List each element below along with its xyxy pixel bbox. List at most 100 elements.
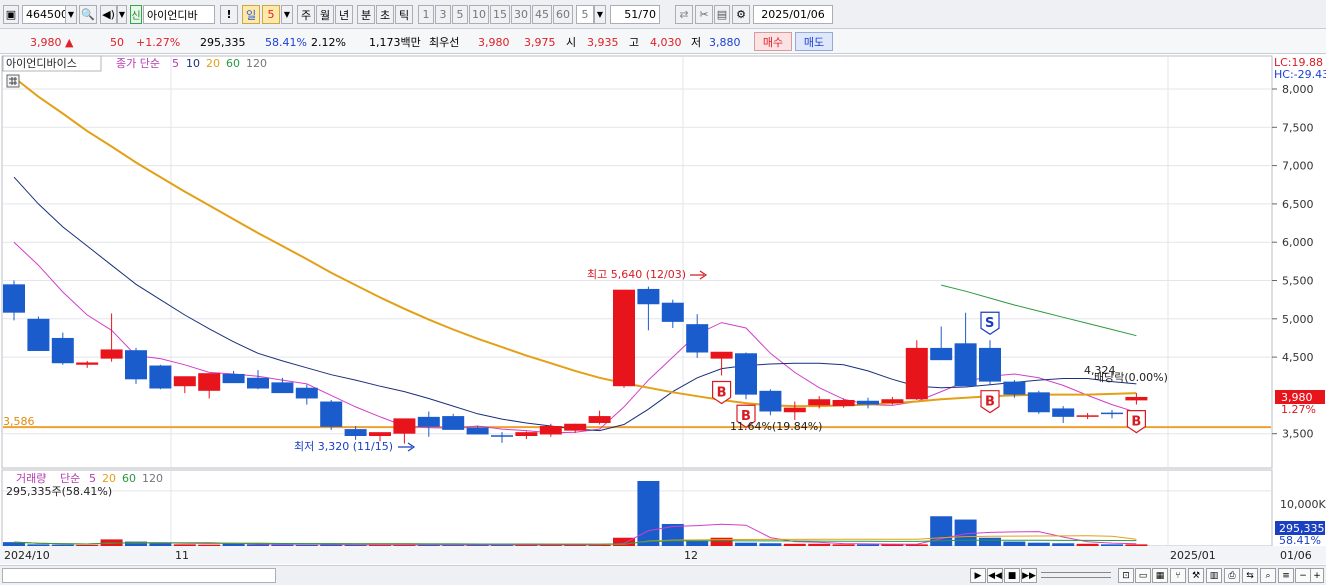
settings-gear-icon[interactable]: ⚙ (732, 5, 750, 24)
volume-pct-tag: 58.41% (1279, 534, 1321, 547)
stock-code-input[interactable]: 464500 (22, 5, 68, 24)
sell-button[interactable]: 매도 (795, 32, 833, 51)
shin-badge: 신 (130, 5, 142, 24)
zoom-search-icon[interactable]: ⌕ (1260, 568, 1276, 583)
candle-body (222, 373, 245, 384)
high-price: 4,030 (650, 35, 682, 49)
count-field[interactable]: 5 (576, 5, 594, 24)
candle-body (295, 387, 318, 399)
stock-name-field[interactable]: 아이언디바 (143, 5, 215, 24)
window-icon[interactable]: ▭ (1135, 568, 1151, 583)
play-icon[interactable]: ▶ (970, 568, 986, 583)
y-tick-label: 6,000 (1282, 236, 1314, 249)
menu-icon[interactable]: ≡ (1278, 568, 1294, 583)
y-tick-label: 6,500 (1282, 198, 1314, 211)
compare-chart-icon[interactable]: ⇆ (1242, 568, 1258, 583)
interval-45[interactable]: 45 (532, 5, 552, 24)
volume-info: 295,335주(58.41%) (6, 485, 112, 498)
price-change: 50 (110, 35, 124, 49)
interval-15[interactable]: 15 (490, 5, 510, 24)
y-tick-label: 7,000 (1282, 160, 1314, 173)
period-day-button[interactable]: 일 (242, 5, 260, 24)
tab-month[interactable]: 월 (316, 5, 334, 24)
tab-tick[interactable]: 틱 (395, 5, 413, 24)
open-price: 3,935 (587, 35, 619, 49)
date-field[interactable]: 2025/01/06 (753, 5, 833, 24)
chart-icon[interactable]: ▥ (1206, 568, 1222, 583)
zoom-in-icon[interactable]: + (1310, 568, 1324, 583)
volume-bar (832, 544, 855, 546)
tool-icon[interactable]: ⚒ (1188, 568, 1204, 583)
interval-3[interactable]: 3 (435, 5, 451, 24)
candle-body (588, 416, 611, 423)
volume-legend-name: 거래량 (16, 472, 46, 485)
rewind-icon[interactable]: ◀◀ (987, 568, 1003, 583)
volume-bar (173, 544, 196, 546)
mid-note: 11.64%(19.84%) (730, 420, 822, 433)
code-dropdown-icon[interactable]: ▼ (65, 5, 77, 24)
interval-30[interactable]: 30 (511, 5, 531, 24)
save-icon[interactable]: ▤ (714, 5, 730, 24)
candle-body (1052, 408, 1075, 417)
volume-bar (735, 542, 757, 546)
candle-body (51, 337, 74, 364)
chart-grid-toggle-icon[interactable] (6, 74, 20, 88)
ma120-legend: 120 (246, 57, 267, 70)
pct-tag: 1.27% (1281, 403, 1316, 416)
layout-icon[interactable]: ▣ (3, 5, 19, 24)
turnover-pct: 2.12% (311, 35, 346, 49)
tab-year[interactable]: 년 (335, 5, 353, 24)
sell-marker-label: S (985, 316, 994, 331)
period-num-field[interactable]: 5 (262, 5, 280, 24)
interval-5[interactable]: 5 (452, 5, 468, 24)
buy-button[interactable]: 매수 (754, 32, 792, 51)
candle-body (930, 347, 953, 361)
bottom-bar: ▶ ◀◀ ■ ▶▶ ⊡ ▭ ▦ ⑂ ⚒ ▥ ⎙ ⇆ ⌕ ≡ − + (0, 565, 1326, 585)
tab-week[interactable]: 주 (297, 5, 315, 24)
best-ask: 3,980 (478, 35, 510, 49)
compare-icon[interactable]: ⇄ (675, 5, 693, 24)
period-dropdown-icon[interactable]: ▼ (281, 5, 293, 24)
forward-icon[interactable]: ▶▶ (1021, 568, 1037, 583)
volume-tick: 10,000K (1280, 498, 1326, 511)
candle-body (320, 401, 343, 427)
stock-chart: BBBBS 아이언디바이스 종가 단순 5 10 20 60 120 3,586… (0, 54, 1326, 564)
candle-body (686, 324, 709, 353)
candle-body (393, 418, 416, 434)
candle-body (247, 377, 269, 389)
tab-minute[interactable]: 분 (357, 5, 375, 24)
horizontal-scrollbar[interactable] (2, 568, 276, 583)
candle-body (125, 350, 147, 380)
zoom-out-icon[interactable]: − (1295, 568, 1311, 583)
count-dropdown-icon[interactable]: ▼ (594, 5, 606, 24)
tab-second[interactable]: 초 (376, 5, 394, 24)
volume-bar (125, 541, 147, 546)
volume-bar (271, 544, 294, 546)
candle-body (198, 373, 221, 391)
high-note: 최고 5,640 (12/03) (587, 268, 686, 281)
best-bid: 3,975 (524, 35, 556, 49)
search-icon[interactable]: 🔍 (79, 5, 97, 24)
price-legend-ma-label: 종가 단순 (116, 57, 160, 70)
speaker-icon[interactable]: ◀) (100, 5, 117, 24)
candle-body (100, 349, 123, 359)
grid-layout-icon[interactable]: ▦ (1152, 568, 1168, 583)
candle-body (1125, 396, 1148, 401)
speaker-dropdown-icon[interactable]: ▼ (117, 5, 127, 24)
chart-area: BBBBS 아이언디바이스 종가 단순 5 10 20 60 120 3,586… (0, 54, 1326, 564)
alert-button[interactable]: ! (220, 5, 238, 24)
tools-icon[interactable]: ✂ (695, 5, 713, 24)
fork-icon[interactable]: ⑂ (1170, 568, 1186, 583)
volume-bar (1101, 544, 1123, 546)
interval-10[interactable]: 10 (469, 5, 489, 24)
stop-icon[interactable]: ■ (1004, 568, 1020, 583)
print-icon[interactable]: ⎙ (1224, 568, 1240, 583)
candle-body (27, 318, 50, 351)
vol-ma5-legend: 5 (89, 472, 96, 485)
volume-legend-ma-label: 단순 (60, 472, 80, 485)
zoom-box-icon[interactable]: ⊡ (1118, 568, 1134, 583)
speed-slider[interactable] (1041, 572, 1111, 578)
interval-1[interactable]: 1 (418, 5, 434, 24)
volume-value: 295,335 (200, 35, 246, 49)
interval-60[interactable]: 60 (553, 5, 573, 24)
